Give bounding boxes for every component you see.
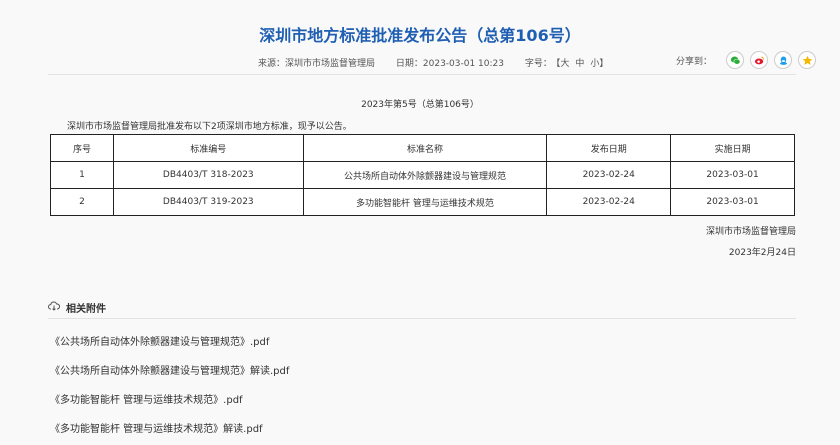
cell-name: 公共场所自动体外除颤器建设与管理规范 — [302, 161, 548, 189]
attachments-divider — [48, 318, 796, 319]
cell-effective-date: 2023-03-01 — [670, 188, 795, 216]
table-row: 2 DB4403/T 319-2023 多功能智能杆 管理与运维技术规范 202… — [50, 188, 795, 216]
table-row: 1 DB4403/T 318-2023 公共场所自动体外除颤器建设与管理规范 2… — [50, 161, 795, 189]
font-size-medium[interactable]: 中 — [575, 59, 584, 69]
font-size-small[interactable]: 小】 — [590, 59, 608, 69]
cell-name: 多功能智能杆 管理与运维技术规范 — [302, 188, 548, 216]
attachment-link[interactable]: 《多功能智能杆 管理与运维技术规范》解读.pdf — [50, 420, 263, 435]
cloud-download-icon — [48, 301, 60, 314]
wechat-icon[interactable] — [726, 51, 745, 69]
attachment-link[interactable]: 《多功能智能杆 管理与运维技术规范》.pdf — [50, 391, 243, 406]
attachments-title: 相关附件 — [66, 304, 106, 315]
col-header-name: 标准名称 — [302, 134, 548, 162]
article-meta: 来源：深圳市市场监督管理局 日期：2023-03-01 10:23 字号： 【大中… — [258, 56, 610, 69]
table-header-row: 序号 标准编号 标准名称 发布日期 实施日期 — [50, 134, 795, 162]
qzone-icon[interactable] — [798, 51, 817, 69]
notice-number: 2023年第5号（总第106号） — [361, 100, 479, 110]
weibo-icon[interactable] — [750, 51, 769, 69]
cell-code: DB4403/T 318-2023 — [112, 161, 304, 189]
header-divider — [48, 74, 796, 75]
signature-date: 2023年2月24日 — [728, 248, 796, 258]
share-label: 分享到： — [676, 56, 713, 67]
standards-table: 序号 标准编号 标准名称 发布日期 实施日期 1 DB4403/T 318-20… — [50, 134, 795, 216]
share-bar: 分享到： — [676, 50, 817, 70]
cell-publish-date: 2023-02-24 — [546, 161, 672, 189]
col-header-code: 标准编号 — [112, 134, 304, 162]
font-size-large[interactable]: 【大 — [556, 59, 570, 69]
source-label: 来源：深圳市市场监督管理局 — [258, 59, 376, 69]
signature-org: 深圳市市场监督管理局 — [705, 227, 796, 237]
qq-icon[interactable] — [774, 51, 793, 69]
date-label: 日期：2023-03-01 10:23 — [395, 59, 504, 69]
attachment-link[interactable]: 《公共场所自动体外除颤器建设与管理规范》解读.pdf — [50, 362, 289, 377]
attachment-link[interactable]: 《公共场所自动体外除颤器建设与管理规范》.pdf — [50, 333, 269, 348]
col-header-index: 序号 — [50, 134, 114, 162]
cell-index: 2 — [50, 188, 114, 216]
col-header-publish-date: 发布日期 — [546, 134, 672, 162]
cell-effective-date: 2023-03-01 — [670, 161, 795, 189]
cell-index: 1 — [50, 161, 114, 189]
font-size-label: 字号： — [524, 59, 552, 69]
col-header-effective-date: 实施日期 — [670, 134, 795, 162]
attachments-heading: 相关附件 — [48, 300, 106, 315]
cell-code: DB4403/T 319-2023 — [112, 188, 304, 216]
intro-paragraph: 深圳市市场监督管理局批准发布以下2项深圳市地方标准，现予以公告。 — [67, 122, 352, 132]
page-title: 深圳市地方标准批准发布公告（总第106号） — [259, 26, 581, 45]
cell-publish-date: 2023-02-24 — [546, 188, 672, 216]
